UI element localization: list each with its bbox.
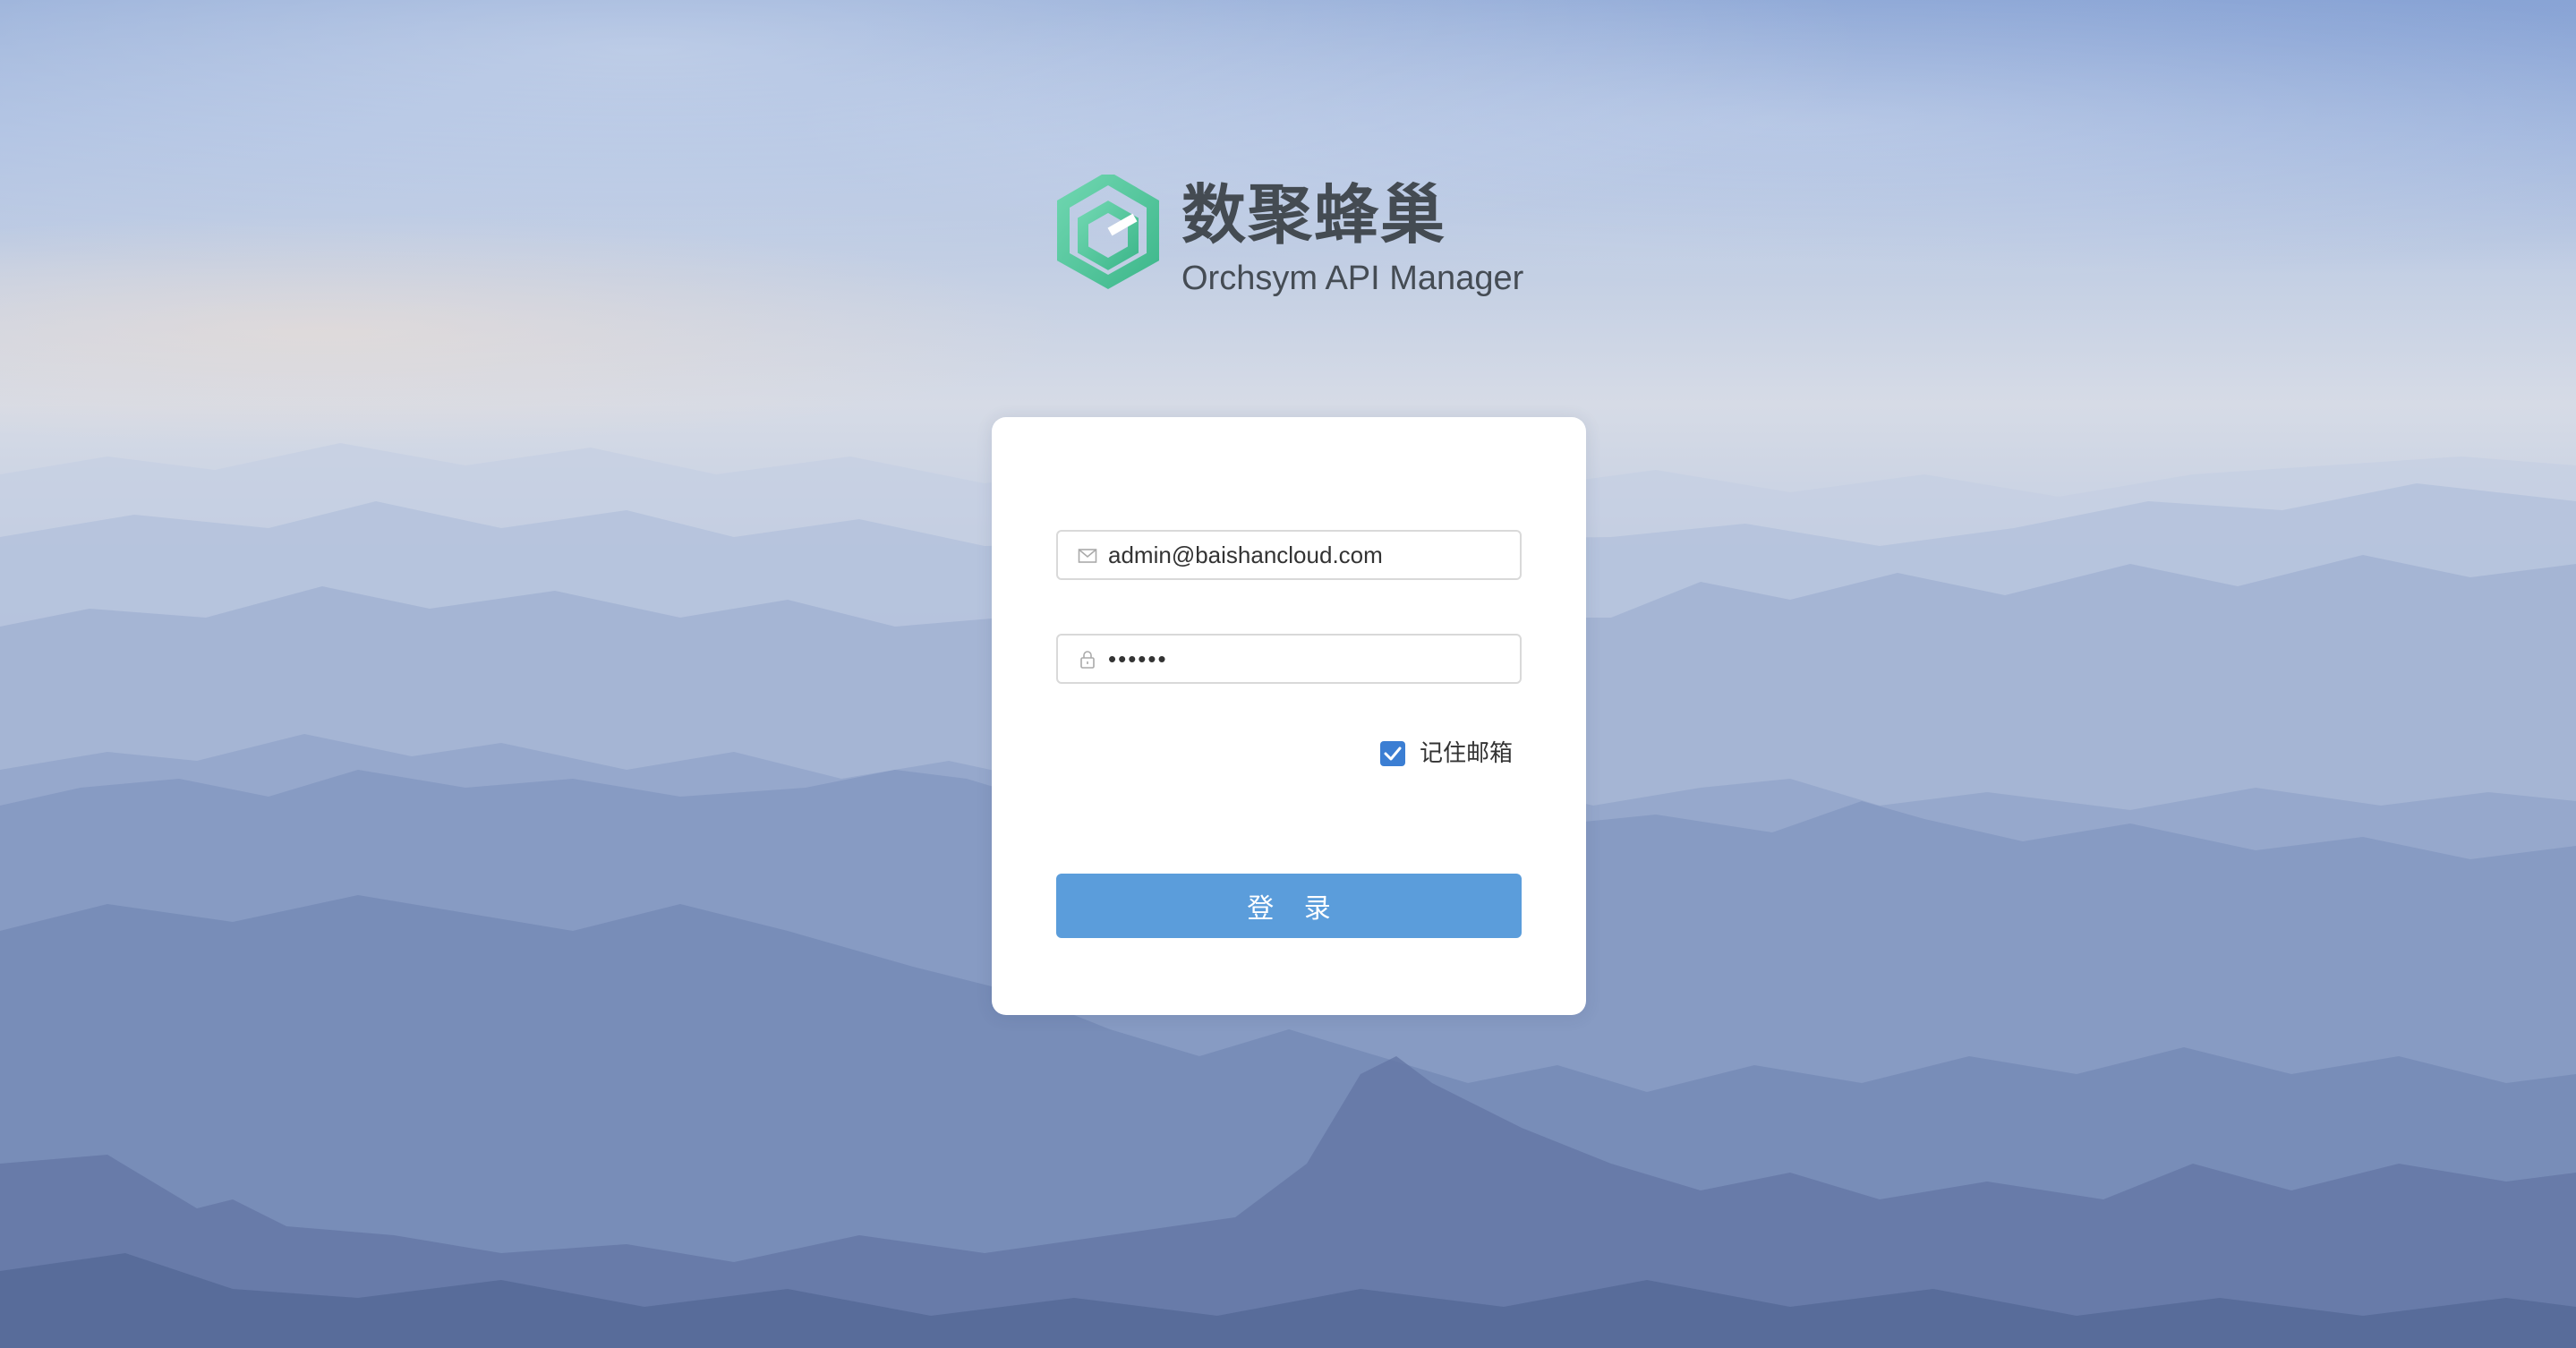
lock-icon [1080, 651, 1095, 669]
login-page: 数聚蜂巢 Orchsym API Manager admin@baishancl… [0, 0, 2576, 1348]
email-field[interactable] [1056, 530, 1522, 580]
mail-icon [1078, 549, 1097, 563]
remember-email-label: 记住邮箱 [1420, 740, 1514, 767]
email-input[interactable] [1108, 532, 1511, 578]
login-card: 记住邮箱 登 录 [992, 417, 1586, 1015]
remember-email-checkbox[interactable]: 记住邮箱 [1380, 738, 1513, 770]
checkbox-checked-icon[interactable] [1380, 741, 1405, 766]
brand-name-cn: 数聚蜂巢 [1181, 177, 1447, 252]
hexagon-logo-icon [1057, 175, 1159, 290]
brand-name-en: Orchsym API Manager [1181, 260, 1524, 297]
password-field[interactable] [1056, 634, 1522, 684]
brand-logo: 数聚蜂巢 Orchsym API Manager [1056, 175, 1524, 309]
login-button[interactable]: 登 录 [1056, 874, 1522, 938]
password-input[interactable] [1108, 636, 1511, 682]
